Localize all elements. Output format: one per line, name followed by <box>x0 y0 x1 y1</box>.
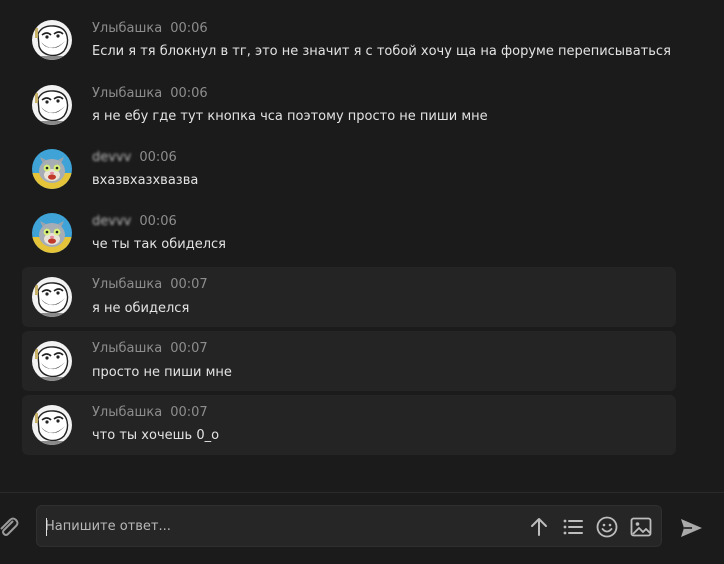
message-item: devvv 00:06 вхазвхазхвазва <box>22 145 676 201</box>
message-time: 00:06 <box>139 150 177 165</box>
message-text: я не ебу где тут кнопка чса поэтому прос… <box>92 109 488 124</box>
talking-tom-avatar[interactable] <box>32 213 72 253</box>
talking-tom-avatar[interactable] <box>32 149 72 189</box>
message-item: Улыбашка 00:06 я не ебу где тут кнопка чс… <box>22 81 676 137</box>
message-author[interactable]: devvv <box>92 150 131 165</box>
message-item: Улыбашка 00:07 что ты хочешь 0_о <box>22 395 676 455</box>
paperclip-icon[interactable] <box>0 515 20 539</box>
message-list: Улыбашка 00:06 Если я тя блокнул в тг, эт… <box>0 0 724 492</box>
image-icon[interactable] <box>629 515 653 539</box>
message-text: вхазвхазхвазва <box>92 173 199 188</box>
message-item: Улыбашка 00:07 я не обиделся <box>22 267 676 327</box>
message-text: че ты так обиделся <box>92 237 226 252</box>
reply-composer <box>0 493 724 564</box>
message-author[interactable]: Улыбашка <box>92 341 162 356</box>
list-icon[interactable] <box>561 515 585 539</box>
message-text: Если я тя блокнул в тг, это не значит я … <box>92 44 671 59</box>
troll-face-avatar[interactable] <box>32 405 72 445</box>
message-time: 00:06 <box>170 21 208 36</box>
message-time: 00:06 <box>139 214 177 229</box>
troll-face-avatar[interactable] <box>32 341 72 381</box>
message-item: Улыбашка 00:06 Если я тя блокнул в тг, эт… <box>22 16 676 72</box>
message-time: 00:07 <box>170 277 208 292</box>
message-time: 00:07 <box>170 405 208 420</box>
arrow-up-icon[interactable] <box>527 515 551 539</box>
troll-face-avatar[interactable] <box>32 277 72 317</box>
message-item: devvv 00:06 че ты так обиделся <box>22 209 676 265</box>
reply-input-box[interactable] <box>36 505 662 547</box>
message-text: я не обиделся <box>92 301 190 316</box>
message-author[interactable]: Улыбашка <box>92 86 162 101</box>
message-author[interactable]: Улыбашка <box>92 405 162 420</box>
emoji-icon[interactable] <box>595 515 619 539</box>
message-author[interactable]: Улыбашка <box>92 277 162 292</box>
message-author[interactable]: devvv <box>92 214 131 229</box>
message-text: что ты хочешь 0_о <box>92 428 220 443</box>
send-icon[interactable] <box>678 515 704 541</box>
troll-face-avatar[interactable] <box>32 20 72 60</box>
message-time: 00:07 <box>170 341 208 356</box>
text-caret <box>46 518 47 536</box>
reply-input[interactable] <box>45 506 505 546</box>
message-time: 00:06 <box>170 86 208 101</box>
message-item: Улыбашка 00:07 просто не пиши мне <box>22 331 676 391</box>
troll-face-avatar[interactable] <box>32 85 72 125</box>
message-author[interactable]: Улыбашка <box>92 21 162 36</box>
message-text: просто не пиши мне <box>92 365 232 380</box>
